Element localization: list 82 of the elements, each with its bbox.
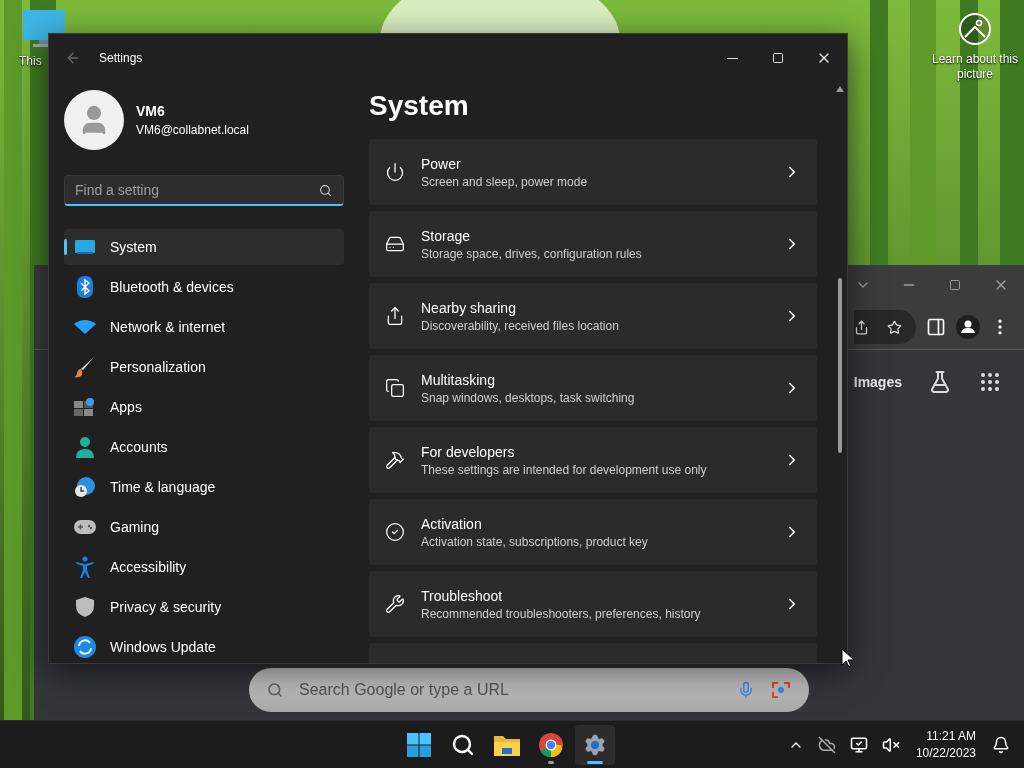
- accounts-icon: [75, 436, 95, 458]
- card-description: Storage space, drives, configuration rules: [421, 246, 643, 261]
- wrench-icon: [385, 594, 405, 614]
- card-title: Nearby sharing: [421, 299, 517, 316]
- nav-item[interactable]: System: [64, 229, 344, 265]
- card-description: These settings are intended for development use only: [421, 462, 708, 477]
- side-panel-icon[interactable]: [926, 317, 946, 337]
- minimize-icon: [726, 57, 738, 59]
- search-icon: [267, 682, 283, 698]
- card-title: For developers: [421, 443, 516, 460]
- bluetooth-icon: [77, 276, 93, 298]
- back-icon[interactable]: [65, 50, 81, 66]
- user-name: VM6: [136, 103, 166, 119]
- accessibility-icon: [75, 556, 95, 578]
- computer-icon[interactable]: [23, 10, 65, 48]
- nav-item[interactable]: Network & internet: [64, 309, 344, 345]
- taskbar-button[interactable]: [575, 724, 615, 765]
- nav-item[interactable]: Apps: [64, 389, 344, 425]
- search-field[interactable]: Find a setting: [64, 175, 344, 206]
- settings-card[interactable]: Storage Storage space, drives, configuration rules: [369, 211, 817, 277]
- window-title: Settings: [99, 51, 144, 65]
- user-email: VM6@collabnet.local: [136, 123, 249, 137]
- settings-card[interactable]: Nearby sharing Discoverability, received files location: [369, 283, 817, 349]
- card-title: Troubleshoot: [421, 587, 504, 604]
- settings-card[interactable]: Multitasking Snap windows, desktops, task switching: [369, 355, 817, 421]
- clock[interactable]: 11:21 AM 10/22/2023: [909, 727, 982, 762]
- search-icon: [451, 732, 475, 757]
- gaming-icon: [74, 520, 96, 534]
- card-description: Screen and sleep, power mode: [421, 174, 589, 189]
- share-icon[interactable]: [854, 318, 869, 336]
- drive-icon: [385, 234, 405, 254]
- apps-icon: [74, 397, 96, 417]
- maximize-icon: [772, 52, 784, 64]
- check-circle-icon: [385, 522, 405, 542]
- nav-item[interactable]: Privacy & security: [64, 589, 344, 625]
- card-title: Storage: [421, 227, 472, 244]
- nav-item[interactable]: Time & language: [64, 469, 344, 505]
- images-link[interactable]: Images: [853, 374, 902, 390]
- avatar: [64, 90, 124, 150]
- windows-icon: [385, 378, 405, 398]
- time-icon: [74, 476, 96, 498]
- privacy-icon: [76, 597, 94, 617]
- nav-item[interactable]: Bluetooth & devices: [64, 269, 344, 305]
- scrollbar-thumb[interactable]: [838, 278, 842, 453]
- power-icon: [385, 162, 405, 182]
- nav-item[interactable]: Gaming: [64, 509, 344, 545]
- card-title: Power: [421, 155, 462, 172]
- page-title: System: [369, 90, 470, 122]
- card-title: Activation: [421, 515, 483, 532]
- maximize-icon[interactable]: [949, 279, 961, 291]
- mouse-pointer-icon: [841, 648, 855, 668]
- personalization-icon: [74, 356, 96, 378]
- apps-grid-icon[interactable]: [978, 370, 1002, 394]
- nav-item[interactable]: Accessibility: [64, 549, 344, 585]
- windows-logo-icon: [407, 732, 431, 757]
- settings-card[interactable]: Troubleshoot Recommended troubleshooters, preferences, history: [369, 571, 817, 637]
- card-description: Activation state, subscriptions, product key: [421, 534, 649, 549]
- folder-icon: [494, 733, 520, 756]
- gear-icon: [583, 732, 607, 757]
- settings-card[interactable]: Activation Activation state, subscriptions, product key: [369, 499, 817, 565]
- star-icon[interactable]: [887, 318, 902, 336]
- card-description: Discoverability, received files location: [421, 318, 620, 333]
- card-description: Recommended troubleshooters, preferences, history: [421, 606, 702, 621]
- nav-item[interactable]: Windows Update: [64, 629, 344, 665]
- system-icon: [75, 239, 95, 255]
- browser-logo-icon: [539, 732, 563, 757]
- nav-item[interactable]: Personalization: [64, 349, 344, 385]
- card-title: Multitasking: [421, 371, 496, 388]
- scroll-up-icon[interactable]: [836, 86, 844, 92]
- picture-info-icon[interactable]: [958, 12, 992, 46]
- settings-card[interactable]: For developers These settings are intended for development use only: [369, 427, 817, 493]
- nav-item[interactable]: Accounts: [64, 429, 344, 465]
- search-icon[interactable]: [319, 184, 332, 197]
- card-description: Snap windows, desktops, task switching: [421, 390, 636, 405]
- profile-icon[interactable]: [956, 315, 980, 339]
- settings-card[interactable]: Power Screen and sleep, power mode: [369, 139, 817, 205]
- share-icon: [385, 306, 405, 326]
- tools-icon: [385, 450, 405, 470]
- update-icon: [74, 636, 96, 658]
- flask-icon[interactable]: [928, 370, 952, 394]
- network-icon: [74, 320, 96, 334]
- address-bar[interactable]: [854, 310, 916, 344]
